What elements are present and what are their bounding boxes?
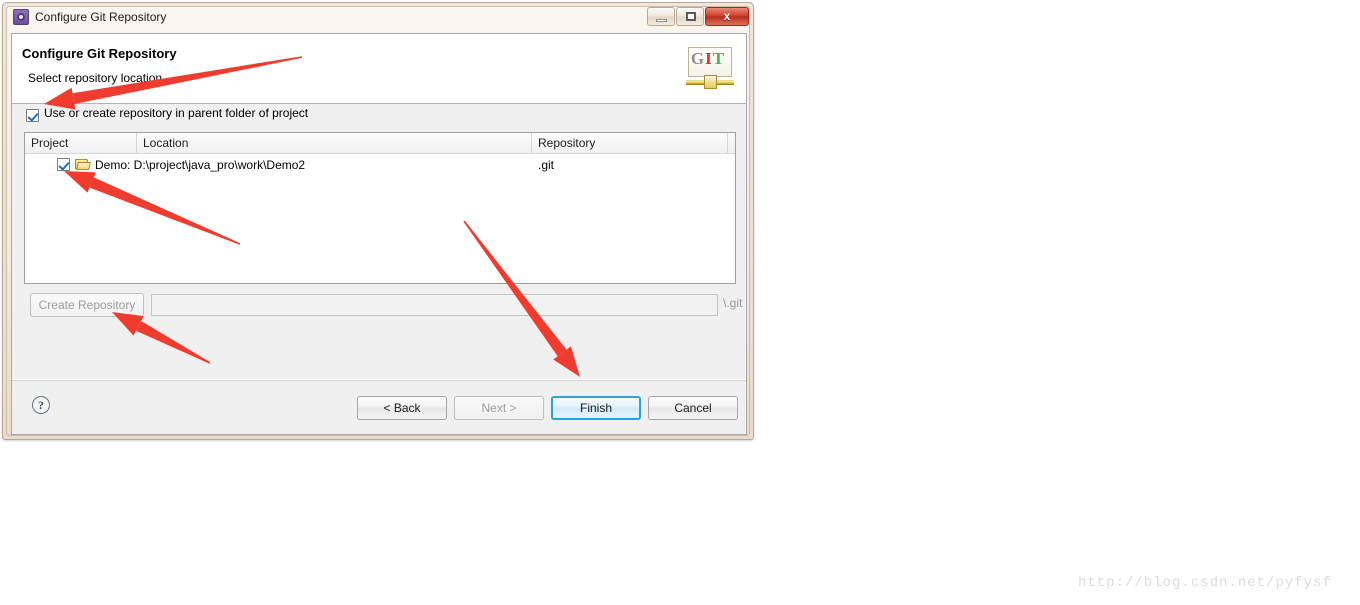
- row-checkbox[interactable]: [57, 158, 70, 171]
- git-logo-letter-t: T: [712, 49, 726, 68]
- back-button[interactable]: < Back: [357, 396, 447, 420]
- use-parent-folder-row[interactable]: Use or create repository in parent folde…: [12, 105, 746, 127]
- window-controls: x: [646, 7, 749, 26]
- dialog-window: Configure Git Repository x Configure Git…: [2, 2, 754, 440]
- git-logo-letters: GIT: [686, 49, 730, 69]
- dialog-header: Configure Git Repository Select reposito…: [12, 34, 746, 104]
- use-parent-folder-checkbox[interactable]: [26, 109, 39, 122]
- folder-icon-front: [76, 162, 91, 170]
- footer-button-bar: < Back Next > Finish Cancel: [357, 396, 738, 420]
- table-header-row: Project Location Repository: [25, 133, 735, 154]
- finish-button[interactable]: Finish: [551, 396, 641, 420]
- gear-icon: [13, 9, 29, 25]
- footer-separator: [12, 379, 746, 381]
- title-bar: Configure Git Repository x: [7, 6, 751, 30]
- repository-path-input[interactable]: [151, 294, 718, 316]
- next-button[interactable]: Next >: [454, 396, 544, 420]
- cancel-button[interactable]: Cancel: [648, 396, 738, 420]
- column-header-location[interactable]: Location: [137, 133, 532, 153]
- maximize-button[interactable]: [676, 7, 704, 26]
- create-repository-row: Create Repository \.git: [24, 293, 742, 317]
- page-subtitle: Select repository location: [28, 71, 163, 85]
- column-header-repository[interactable]: Repository: [532, 133, 728, 153]
- screenshot-root: Configure Git Repository x Configure Git…: [0, 0, 1360, 605]
- folder-icon: [75, 158, 91, 170]
- close-button[interactable]: x: [705, 7, 749, 26]
- git-logo-knob: [704, 75, 717, 89]
- help-icon[interactable]: ?: [32, 396, 50, 414]
- git-logo-letter-g: G: [690, 49, 706, 68]
- cell-project-location: Demo: D:\project\java_pro\work\Demo2: [95, 158, 306, 172]
- column-header-spare: [728, 133, 737, 153]
- page-title: Configure Git Repository: [22, 46, 177, 61]
- watermark: http://blog.csdn.net/pyfysf: [1078, 575, 1332, 591]
- column-header-project[interactable]: Project: [25, 133, 137, 153]
- cell-repository: .git: [538, 158, 555, 172]
- create-repository-button[interactable]: Create Repository: [30, 293, 144, 317]
- git-suffix-label: \.git: [723, 296, 743, 310]
- minimize-button[interactable]: [647, 7, 675, 26]
- git-logo-icon: GIT: [686, 45, 734, 93]
- use-parent-folder-label: Use or create repository in parent folde…: [44, 106, 309, 120]
- dialog-client-area: Configure Git Repository Select reposito…: [11, 33, 747, 435]
- git-logo-letter-i: I: [705, 49, 713, 68]
- window-title: Configure Git Repository: [35, 10, 167, 24]
- repository-table[interactable]: Project Location Repository Demo: D:\pro…: [24, 132, 736, 284]
